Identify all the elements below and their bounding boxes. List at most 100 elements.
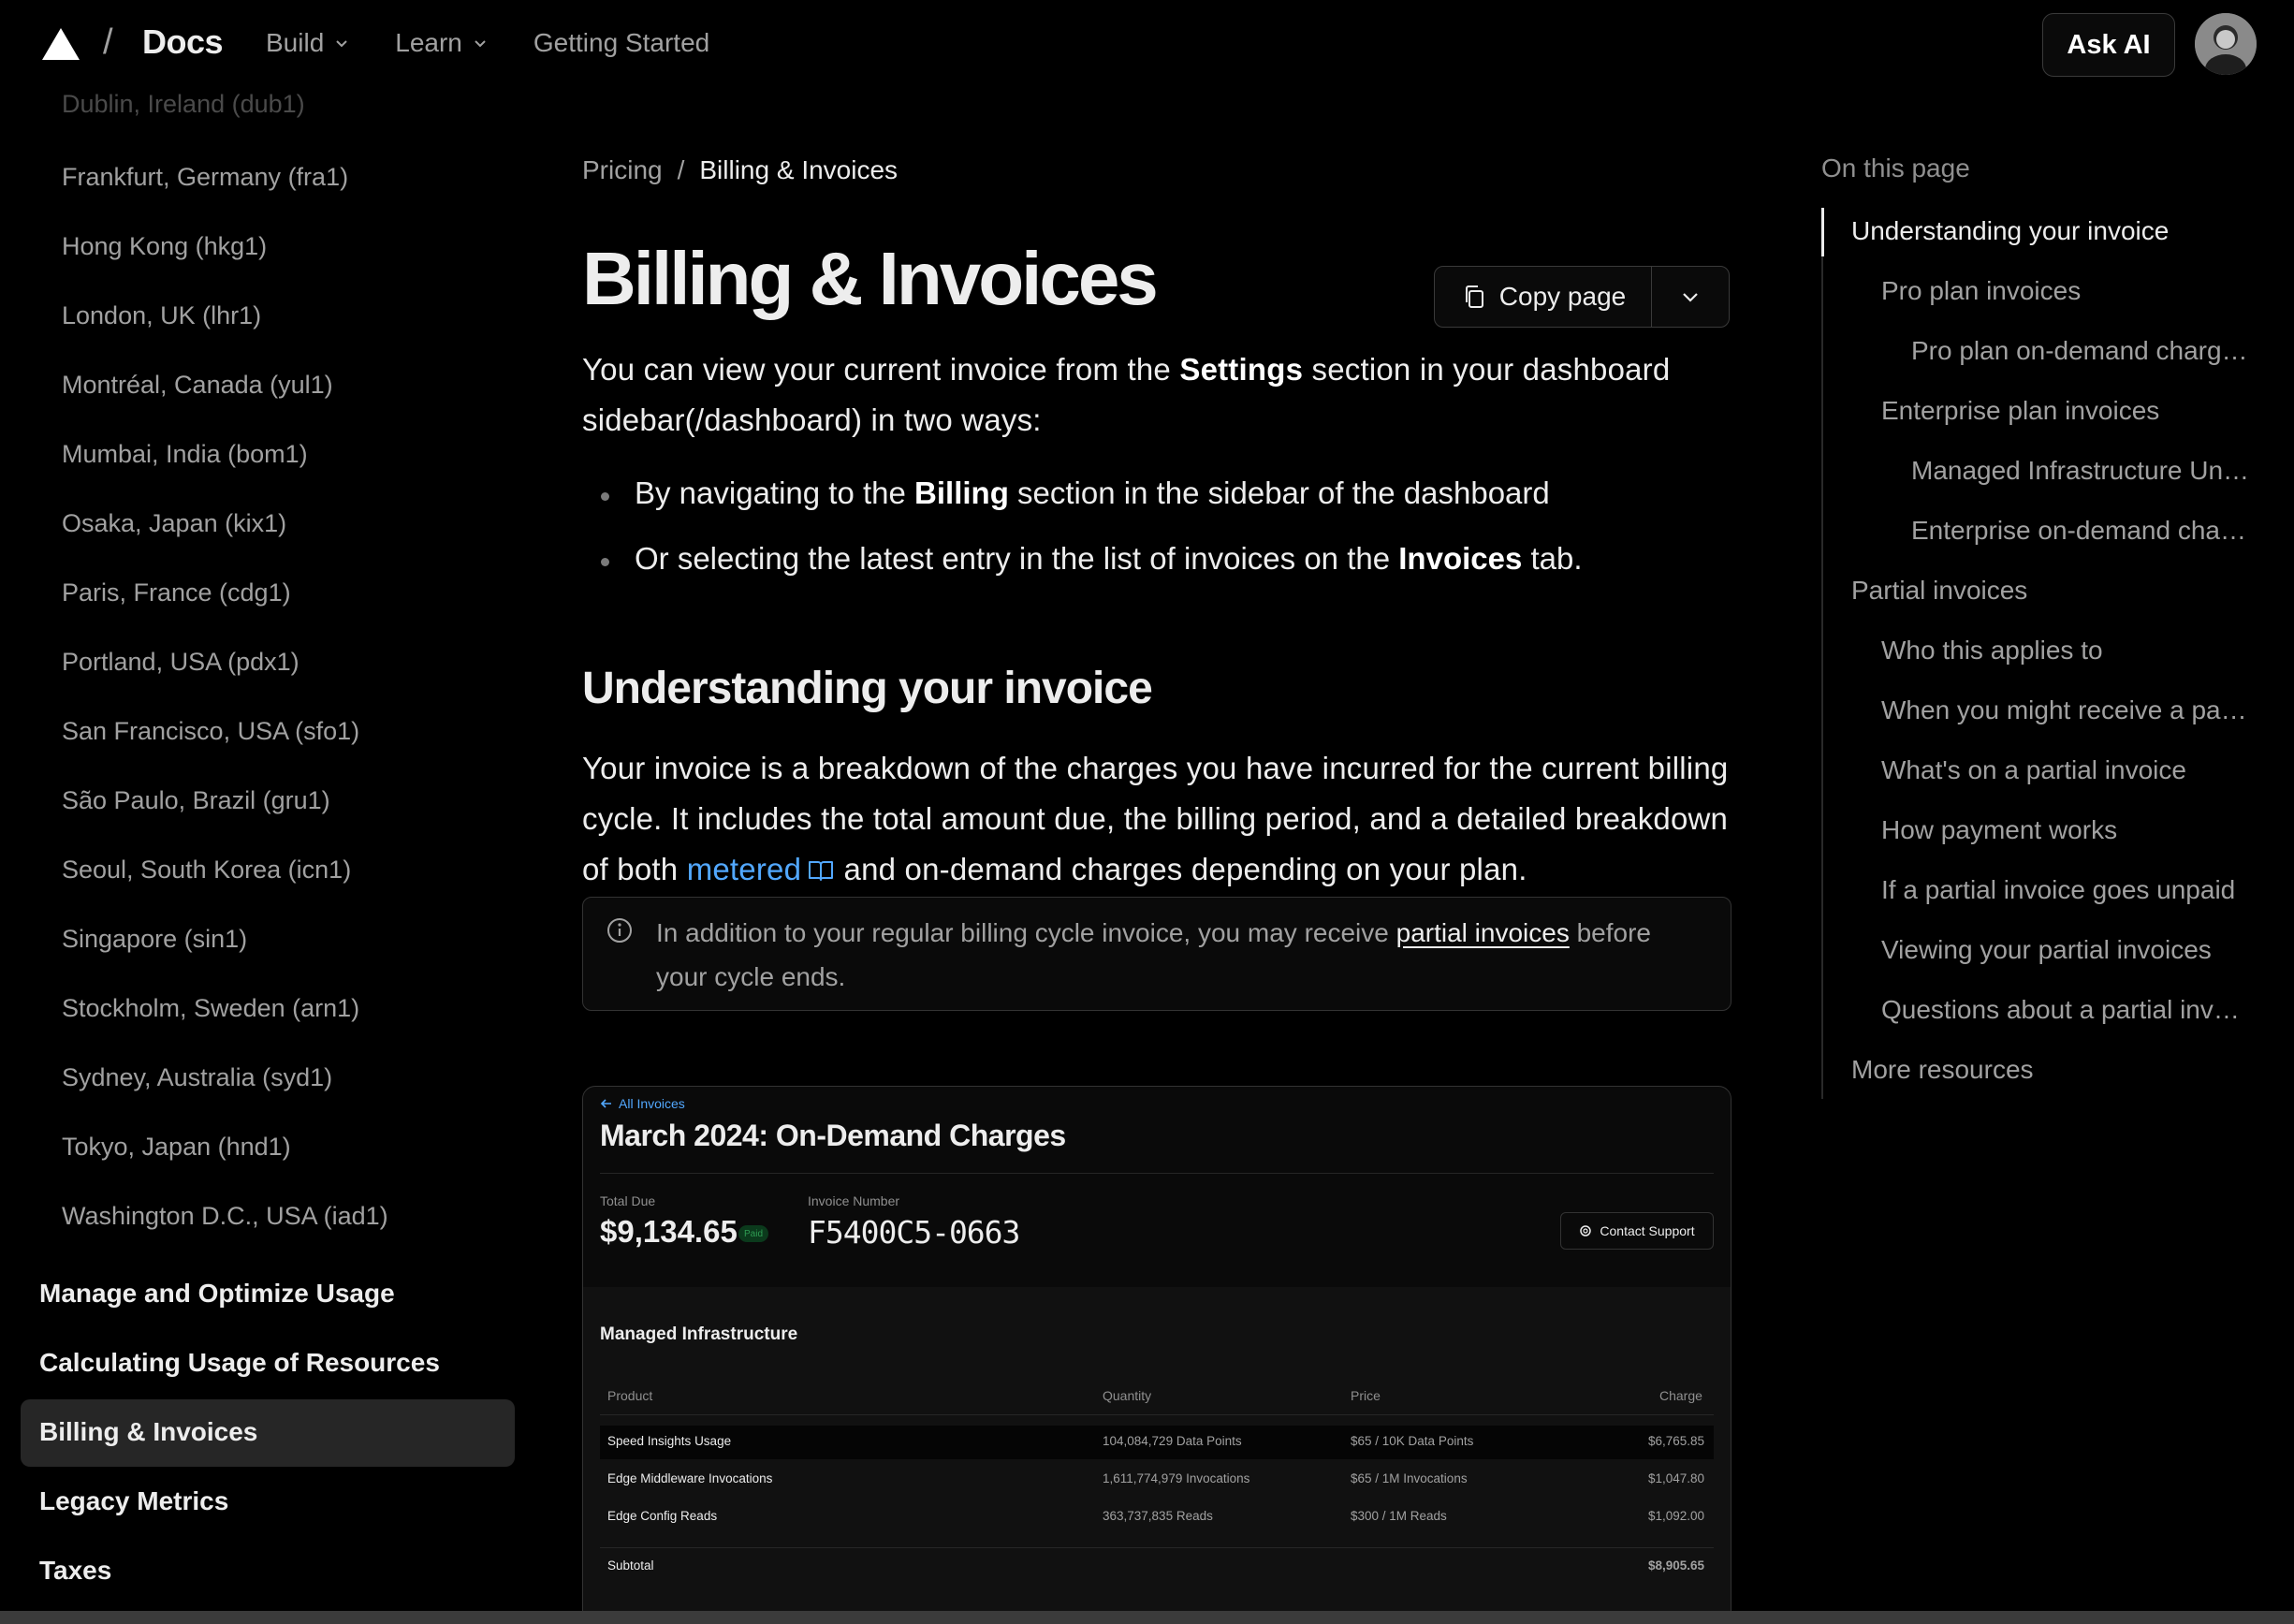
toc-item[interactable]: Managed Infrastructure Un… bbox=[1911, 456, 2267, 486]
cell-product: Speed Insights Usage bbox=[607, 1434, 732, 1448]
partial-invoices-link[interactable]: partial invoices bbox=[1396, 918, 1570, 947]
breadcrumb-separator: / bbox=[677, 155, 685, 184]
intro-settings: Settings bbox=[1179, 352, 1304, 387]
ask-ai-button[interactable]: Ask AI bbox=[2042, 13, 2175, 77]
sidebar-item-region[interactable]: Washington D.C., USA (iad1) bbox=[62, 1202, 388, 1231]
main-nav: Build Learn Getting Started bbox=[266, 28, 709, 58]
avatar[interactable] bbox=[2195, 13, 2257, 75]
sidebar-item-region[interactable]: Hong Kong (hkg1) bbox=[62, 232, 267, 261]
sidebar-item-taxes[interactable]: Taxes bbox=[39, 1556, 111, 1586]
invoice-title: March 2024: On-Demand Charges bbox=[600, 1119, 1066, 1152]
main-content: Pricing / Billing & Invoices Billing & I… bbox=[582, 90, 1731, 1624]
sidebar-item-billing-invoices[interactable]: Billing & Invoices bbox=[39, 1417, 257, 1447]
note-text: In addition to your regular billing cycl… bbox=[656, 911, 1704, 999]
subtotal-value: $8,905.65 bbox=[1647, 1558, 1704, 1573]
bullet-bold: Billing bbox=[914, 475, 1009, 510]
cell-charge: $1,047.80 bbox=[1647, 1471, 1704, 1485]
nav-getting-started[interactable]: Getting Started bbox=[533, 28, 709, 58]
note-text-1: In addition to your regular billing cycl… bbox=[656, 918, 1396, 947]
sidebar-item-region[interactable]: Frankfurt, Germany (fra1) bbox=[62, 163, 348, 192]
sidebar-item-region[interactable]: Sydney, Australia (syd1) bbox=[62, 1063, 332, 1092]
sidebar-item-region[interactable]: San Francisco, USA (sfo1) bbox=[62, 717, 359, 746]
total-due-label: Total Due bbox=[600, 1193, 656, 1208]
sidebar-item-calculating-usage[interactable]: Calculating Usage of Resources bbox=[39, 1348, 440, 1378]
sidebar-item-region[interactable]: Tokyo, Japan (hnd1) bbox=[62, 1133, 291, 1162]
toc-item[interactable]: Pro plan on-demand charg… bbox=[1911, 336, 2267, 366]
toc-item[interactable]: How payment works bbox=[1881, 815, 2265, 845]
sidebar-item-region[interactable]: London, UK (lhr1) bbox=[62, 301, 261, 330]
paragraph-text-2: and on-demand charges depending on your … bbox=[835, 852, 1527, 886]
invoice-section-title: Managed Infrastructure bbox=[600, 1324, 798, 1344]
sidebar-item-region[interactable]: Montréal, Canada (yul1) bbox=[62, 371, 333, 400]
toc-item[interactable]: Who this applies to bbox=[1881, 636, 2265, 666]
intro-text-1: You can view your current invoice from t… bbox=[582, 352, 1180, 387]
toc-item[interactable]: Enterprise on-demand cha… bbox=[1911, 516, 2267, 546]
nav-build[interactable]: Build bbox=[266, 28, 350, 58]
toc-item[interactable]: When you might receive a pa… bbox=[1881, 695, 2265, 725]
sidebar-item-region[interactable]: São Paulo, Brazil (gru1) bbox=[62, 786, 330, 815]
cell-price: $65 / 1M Invocations bbox=[1351, 1471, 1468, 1485]
breadcrumb: Pricing / Billing & Invoices bbox=[582, 155, 898, 185]
copy-page-label: Copy page bbox=[1498, 282, 1627, 311]
chevron-down-icon bbox=[1683, 293, 1698, 302]
copy-icon bbox=[1465, 285, 1483, 308]
intro-paragraph: You can view your current invoice from t… bbox=[582, 344, 1731, 446]
book-icon bbox=[809, 861, 834, 881]
nav-build-label: Build bbox=[266, 28, 325, 57]
window-bottom-edge bbox=[0, 1611, 2294, 1624]
divider bbox=[600, 1173, 1714, 1174]
column-header-product: Product bbox=[607, 1388, 653, 1403]
metered-link[interactable]: metered bbox=[687, 852, 835, 886]
sidebar-item-region[interactable]: Mumbai, India (bom1) bbox=[62, 440, 308, 469]
breadcrumb-pricing[interactable]: Pricing bbox=[582, 155, 663, 185]
arrow-left-icon bbox=[600, 1099, 611, 1108]
cell-quantity: 104,084,729 Data Points bbox=[1103, 1434, 1242, 1448]
support-icon bbox=[1580, 1225, 1592, 1236]
status-badge: Paid bbox=[738, 1225, 768, 1242]
contact-support-button: Contact Support bbox=[1560, 1212, 1714, 1250]
cell-quantity: 1,611,774,979 Invocations bbox=[1103, 1471, 1250, 1485]
nav-learn[interactable]: Learn bbox=[395, 28, 489, 58]
bullet-text: tab. bbox=[1522, 541, 1583, 576]
docs-title[interactable]: Docs bbox=[142, 22, 224, 62]
cell-quantity: 363,737,835 Reads bbox=[1103, 1509, 1213, 1523]
sidebar-item-region[interactable]: Portland, USA (pdx1) bbox=[62, 648, 300, 677]
sidebar-item-region[interactable]: Dublin, Ireland (dub1) bbox=[62, 90, 305, 119]
sidebar-item-region[interactable]: Singapore (sin1) bbox=[62, 925, 247, 954]
toc-item[interactable]: Partial invoices bbox=[1851, 576, 2263, 606]
toc-item[interactable]: Viewing your partial invoices bbox=[1881, 935, 2265, 965]
nav-getting-started-label: Getting Started bbox=[533, 28, 710, 57]
sidebar-item-manage-usage[interactable]: Manage and Optimize Usage bbox=[39, 1279, 395, 1309]
docs-page: / Docs Build Learn Getting Started Ask A… bbox=[0, 0, 2294, 1624]
invoice-number-label: Invoice Number bbox=[808, 1193, 900, 1208]
toc-item[interactable]: What's on a partial invoice bbox=[1881, 755, 2265, 785]
sidebar-item-region[interactable]: Stockholm, Sweden (arn1) bbox=[62, 994, 359, 1023]
toc-item[interactable]: Understanding your invoice bbox=[1851, 216, 2263, 246]
copy-page-button[interactable]: Copy page bbox=[1435, 267, 1652, 327]
sidebar-item-legacy-metrics[interactable]: Legacy Metrics bbox=[39, 1486, 228, 1516]
toc-item[interactable]: More resources bbox=[1851, 1055, 2263, 1085]
bullet-text: By navigating to the bbox=[635, 475, 915, 510]
sidebar-item-region[interactable]: Seoul, South Korea (icn1) bbox=[62, 856, 351, 885]
sidebar-item-region[interactable]: Paris, France (cdg1) bbox=[62, 578, 291, 607]
divider bbox=[600, 1414, 1714, 1415]
nav-learn-label: Learn bbox=[395, 28, 462, 57]
metered-link-label: metered bbox=[686, 852, 802, 886]
contact-support-label: Contact Support bbox=[1600, 1223, 1695, 1238]
cell-charge: $6,765.85 bbox=[1647, 1434, 1704, 1448]
toc-item[interactable]: Pro plan invoices bbox=[1881, 276, 2265, 306]
toc-item[interactable]: Enterprise plan invoices bbox=[1881, 396, 2265, 426]
vercel-logo-icon[interactable] bbox=[41, 26, 80, 62]
sidebar: Dublin, Ireland (dub1) Frankfurt, German… bbox=[0, 90, 535, 1611]
cell-product: Edge Middleware Invocations bbox=[607, 1471, 773, 1485]
page-title: Billing & Invoices bbox=[582, 237, 1159, 320]
cell-product: Edge Config Reads bbox=[607, 1509, 718, 1523]
sidebar-item-region[interactable]: Osaka, Japan (kix1) bbox=[62, 509, 286, 538]
bullet-text: section in the sidebar of the dashboard bbox=[1008, 475, 1550, 510]
cell-price: $300 / 1M Reads bbox=[1351, 1509, 1447, 1523]
toc-item[interactable]: Questions about a partial inv… bbox=[1881, 995, 2265, 1025]
divider bbox=[600, 1547, 1714, 1548]
toc-item[interactable]: If a partial invoice goes unpaid bbox=[1881, 875, 2265, 905]
copy-page-dropdown-button[interactable] bbox=[1652, 267, 1729, 327]
chevron-down-icon bbox=[475, 40, 486, 48]
